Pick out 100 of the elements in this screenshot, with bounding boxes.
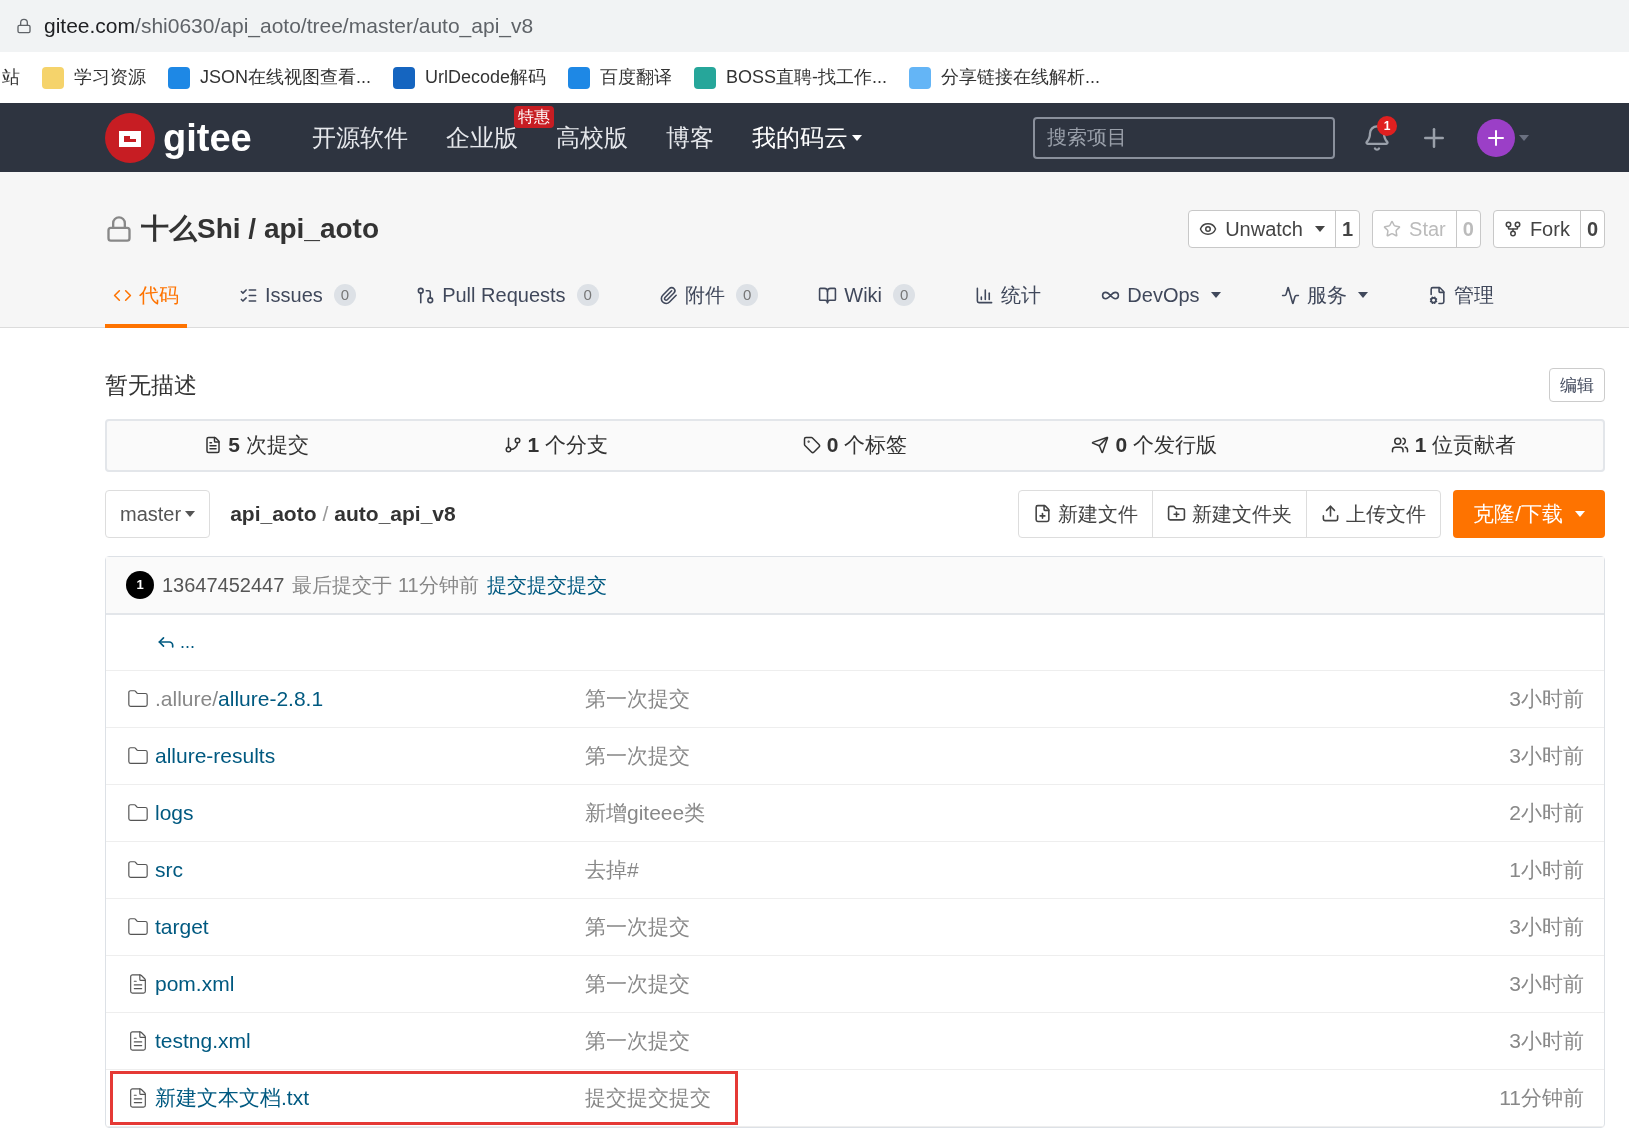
bookmark-link[interactable]: 学习资源 xyxy=(74,64,146,91)
bar-chart-icon xyxy=(975,285,995,305)
repo-action-button[interactable]: Fork xyxy=(1493,211,1580,247)
branch-select[interactable]: master xyxy=(105,489,211,538)
stat-icon xyxy=(1091,436,1110,454)
modified-time: 3小时前 xyxy=(1509,742,1584,769)
modified-time: 2小时前 xyxy=(1509,799,1584,826)
logo-text[interactable]: gitee xyxy=(163,118,252,157)
folder-icon xyxy=(127,687,149,710)
nav-link[interactable]: 开源软件 xyxy=(311,119,408,156)
commit-message: 去掉# xyxy=(585,856,639,883)
nav-link[interactable]: 博客 xyxy=(665,119,714,156)
file-icon xyxy=(127,1086,149,1109)
file-action-button[interactable]: 新建文件 xyxy=(1019,490,1153,537)
file-name-link[interactable]: logs xyxy=(155,796,194,829)
caret-icon xyxy=(1575,510,1585,517)
stat-link[interactable]: 0 个标签 xyxy=(826,429,908,461)
repo-tab[interactable]: 统计 xyxy=(967,280,1050,328)
nav-link[interactable]: 我的码云 xyxy=(751,119,862,156)
stat-icon xyxy=(1390,436,1409,454)
lock-icon xyxy=(16,18,32,34)
commit-message[interactable]: 提交提交提交 xyxy=(486,569,607,600)
logo-icon xyxy=(105,112,155,163)
commit-author[interactable]: 13647452447 xyxy=(162,569,285,600)
bookmark-icon xyxy=(568,66,591,89)
repo-description: 暂无描述 xyxy=(105,371,197,400)
stat-link[interactable]: 1 位贡献者 xyxy=(1414,429,1517,461)
repo-tab[interactable]: Issues 0 xyxy=(231,280,365,328)
file-name-link[interactable]: target xyxy=(155,910,209,943)
repo-tab[interactable]: 管理 xyxy=(1419,280,1502,328)
file-name-link[interactable]: .allure/allure-2.8.1 xyxy=(155,682,324,715)
file-name-link[interactable]: testng.xml xyxy=(155,1024,251,1057)
modified-time: 11分钟前 xyxy=(1499,1084,1584,1111)
bookmark-link[interactable]: BOSS直聘-找工作... xyxy=(726,64,888,91)
search-field[interactable]: 搜索项目 xyxy=(1033,116,1335,159)
caret-icon xyxy=(851,134,862,141)
bookmark-icon xyxy=(909,66,932,89)
stat-icon xyxy=(802,436,821,454)
stat-link[interactable]: 0 个发行版 xyxy=(1115,429,1217,461)
file-name-link[interactable]: src xyxy=(155,853,183,886)
repo-tab[interactable]: 服务 xyxy=(1272,280,1376,328)
promo-badge: 特惠 xyxy=(513,105,554,128)
avatar-button[interactable] xyxy=(1477,118,1515,157)
modified-time: 3小时前 xyxy=(1509,970,1584,997)
eye-icon xyxy=(1199,220,1218,238)
file-icon xyxy=(127,972,149,995)
document-icon xyxy=(1427,285,1447,305)
pull-request-icon xyxy=(416,285,436,305)
bookmark-link[interactable]: UrlDecode解码 xyxy=(425,64,547,91)
pulse-icon xyxy=(1280,285,1300,305)
breadcrumb-link[interactable]: auto_api_v8 xyxy=(334,497,456,530)
parent-folder-link[interactable]: ... xyxy=(180,628,195,656)
caret-icon xyxy=(1314,226,1325,232)
repo-title[interactable]: 十么Shi / api_aoto xyxy=(141,208,380,250)
folder-icon xyxy=(127,801,149,824)
commit-meta: 最后提交于 11分钟前 xyxy=(292,572,479,598)
url-text[interactable]: gitee.com/shi0630/api_aoto/tree/master/auto_api_v8 xyxy=(44,10,534,42)
commit-message: 第一次提交 xyxy=(585,1027,690,1054)
commit-message: 提交提交提交 xyxy=(585,1084,711,1111)
commit-message: 新增giteee类 xyxy=(585,799,706,826)
file-action-button[interactable]: 新建文件夹 xyxy=(1152,490,1307,537)
stat-icon xyxy=(503,436,522,454)
repo-tab[interactable]: DevOps xyxy=(1093,280,1229,328)
file-plus-icon xyxy=(1033,504,1053,523)
file-name-link[interactable]: pom.xml xyxy=(155,967,235,1000)
caret-icon xyxy=(1519,135,1529,142)
stat-link[interactable]: 5 次提交 xyxy=(228,429,309,461)
folder-plus-icon xyxy=(1167,504,1187,523)
folder-icon xyxy=(127,915,149,938)
repo-tab[interactable]: 附件 0 xyxy=(650,280,767,328)
bookmark-link[interactable]: JSON在线视图查看... xyxy=(200,64,371,91)
star-icon xyxy=(1383,220,1402,238)
bookmark-icon xyxy=(694,66,717,89)
file-name-link[interactable]: 新建文本文档.txt xyxy=(155,1081,309,1114)
file-icon xyxy=(127,1029,149,1052)
commit-message: 第一次提交 xyxy=(585,913,690,940)
paperclip-icon xyxy=(658,285,678,305)
modified-time: 3小时前 xyxy=(1509,685,1584,712)
bookmark-link[interactable]: 百度翻译 xyxy=(600,64,673,91)
bookmark-link[interactable]: 分享链接在线解析... xyxy=(941,64,1101,91)
commit-message: 第一次提交 xyxy=(585,970,690,997)
file-action-button[interactable]: 上传文件 xyxy=(1306,490,1441,537)
avatar: 1 xyxy=(126,570,154,599)
stat-link[interactable]: 1 个分支 xyxy=(527,429,609,461)
bookmark-icon xyxy=(42,66,64,89)
path-separator: / xyxy=(322,500,329,527)
bookmark-link[interactable]: 站 xyxy=(2,64,20,91)
repo-tab[interactable]: Pull Requests 0 xyxy=(408,280,607,328)
edit-button[interactable]: 编辑 xyxy=(1549,368,1605,403)
nav-link[interactable]: 高校版 xyxy=(555,119,628,156)
lock-icon xyxy=(105,215,133,243)
breadcrumb-link[interactable]: api_aoto xyxy=(230,497,317,530)
file-name-link[interactable]: allure-results xyxy=(155,739,276,772)
modified-time: 3小时前 xyxy=(1509,1027,1584,1054)
folder-icon xyxy=(127,744,149,767)
caret-icon xyxy=(185,510,196,517)
notification-icon[interactable] xyxy=(1363,123,1391,152)
action-count: 0 xyxy=(1579,211,1604,247)
repo-tab[interactable]: Wiki 0 xyxy=(810,280,924,328)
repo-action-button[interactable]: Unwatch xyxy=(1189,211,1335,247)
